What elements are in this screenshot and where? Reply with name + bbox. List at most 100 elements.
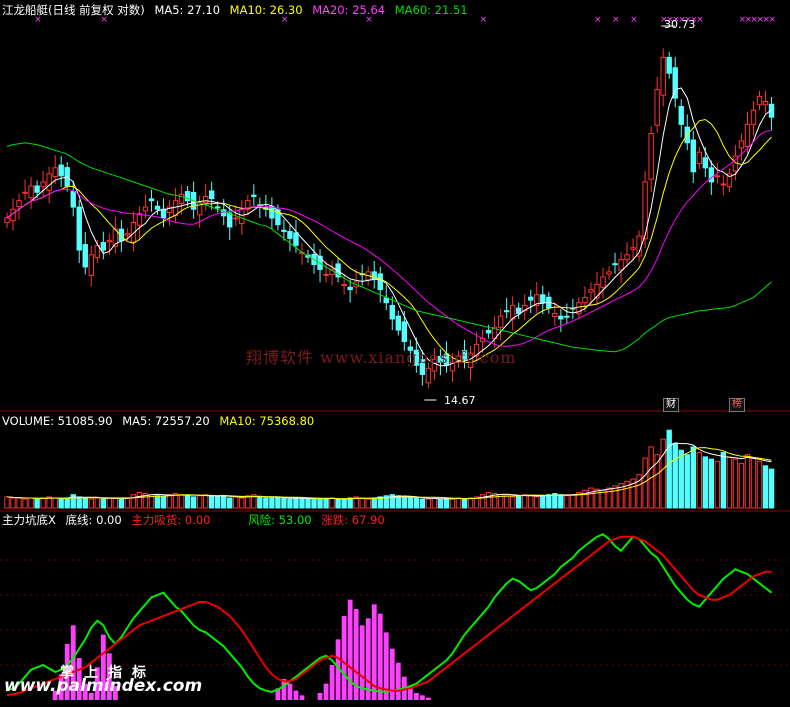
candle-body	[648, 132, 654, 180]
volume-bar	[750, 457, 757, 509]
candle-body	[485, 329, 492, 334]
volume-bar	[419, 498, 426, 509]
volume-bar	[160, 496, 167, 509]
volume-bar	[22, 498, 28, 509]
volume-bar	[516, 495, 522, 509]
volume-bar	[208, 495, 215, 509]
volume-bar	[359, 497, 365, 509]
ma5-value: MA5: 27.10	[154, 3, 221, 17]
volume-bar	[756, 460, 763, 509]
candle-body	[377, 273, 383, 291]
volume-bar	[154, 495, 161, 509]
volume-bar	[503, 495, 510, 509]
candle-body	[22, 191, 28, 194]
candle-body	[70, 191, 76, 208]
candle-body	[281, 229, 287, 232]
volume-bar	[509, 496, 516, 509]
volume-bar	[762, 465, 769, 509]
candle-body	[287, 230, 293, 239]
volume-bar	[744, 454, 751, 509]
vol-ma10-value: MA10: 75368.80	[219, 414, 315, 428]
candle-body	[708, 167, 715, 183]
candle-body	[564, 315, 570, 318]
volume-bar	[732, 458, 739, 509]
volume-bar	[76, 496, 82, 509]
zhuli-bar	[419, 695, 425, 700]
candle-body	[172, 200, 179, 216]
volume-bar	[227, 497, 233, 509]
volume-bar	[726, 456, 733, 509]
volume-bar	[178, 494, 185, 509]
candle-body	[690, 139, 696, 173]
candle-body	[401, 321, 408, 343]
volume-bar	[118, 498, 125, 509]
candle-body	[341, 283, 347, 286]
volume-bar	[239, 497, 245, 509]
candle-body	[389, 304, 395, 320]
candle-body	[251, 194, 257, 197]
volume-bar	[768, 468, 775, 509]
volume-bar	[594, 488, 600, 509]
candle-body	[666, 56, 672, 74]
low-price-label: 14.67	[444, 394, 476, 407]
volume-bar	[136, 491, 143, 509]
candle-body	[88, 254, 94, 276]
candle-body	[100, 242, 107, 251]
brand-url: www.palmindex.com	[4, 676, 203, 696]
volume-bar	[714, 460, 721, 509]
volume-bar	[257, 496, 263, 509]
candle-body	[46, 173, 52, 191]
candle-body	[40, 181, 46, 188]
candle-body	[528, 296, 534, 301]
tag-cai-button[interactable]: 财	[663, 398, 679, 412]
volume-bar	[64, 497, 70, 509]
volume-bar	[546, 494, 552, 509]
volume-bar	[431, 497, 438, 509]
volume-bar	[34, 498, 40, 509]
zhuli-bar	[317, 693, 323, 700]
candle-body	[208, 190, 215, 200]
candle-body	[660, 56, 666, 96]
candle-body	[4, 217, 10, 224]
volume-bar	[407, 497, 414, 509]
tag-bang-button[interactable]: 榜	[729, 398, 745, 412]
volume-bar	[401, 496, 408, 509]
volume-bar	[269, 497, 275, 509]
volume-bar	[317, 498, 323, 509]
ma60-value: MA60: 21.51	[394, 3, 468, 17]
volume-bar	[455, 497, 462, 509]
volume-bar	[612, 485, 618, 509]
volume-bar	[558, 494, 564, 509]
dixian-value: 底线: 0.00	[65, 513, 122, 527]
candle-body	[154, 205, 161, 210]
volume-bar	[94, 497, 100, 509]
candle-body	[696, 151, 702, 165]
candle-body	[239, 208, 245, 225]
zhuli-bar	[389, 648, 395, 700]
candle-body	[347, 286, 353, 291]
volume-bar	[112, 497, 119, 509]
candle-body	[750, 109, 757, 125]
volume-bar	[738, 463, 745, 509]
candle-body	[323, 273, 329, 276]
candle-body	[503, 310, 510, 313]
volume-bar	[4, 496, 10, 509]
candle-body	[756, 95, 763, 106]
candle-body	[558, 315, 564, 320]
volume-bar	[437, 498, 444, 509]
signal-cross: ×	[612, 15, 620, 25]
candle-body	[552, 312, 558, 317]
indicator-header: 主力坑底X 底线: 0.00 主力吸货: 0.00 风险: 53.00 涨跌: …	[2, 513, 391, 527]
candle-body	[600, 276, 606, 288]
volume-bar	[124, 497, 131, 509]
zhuli-bar	[413, 693, 419, 700]
volume-bar	[335, 498, 341, 509]
candle-body	[702, 157, 709, 169]
volume-bar	[52, 497, 58, 509]
candle-body	[148, 198, 155, 202]
volume-bar	[329, 497, 335, 509]
fengxian-value: 风险: 53.00	[248, 513, 312, 527]
volume-bar	[233, 496, 239, 509]
volume-bar	[467, 497, 474, 509]
volume-bar	[184, 495, 191, 509]
